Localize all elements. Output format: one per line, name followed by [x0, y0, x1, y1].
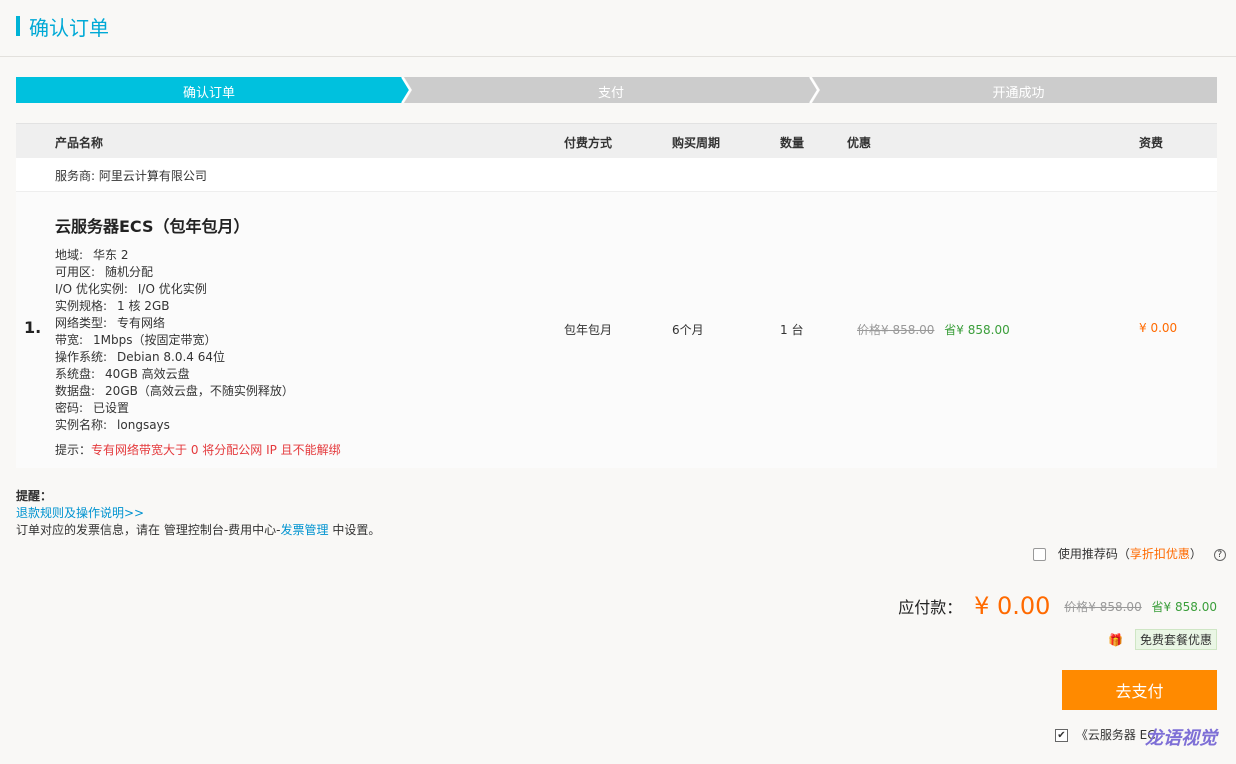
- item-index: 1.: [24, 318, 42, 337]
- col-payment: 付费方式: [564, 136, 613, 150]
- spec-io-optimized: I/O 优化实例: I/O 优化实例: [55, 282, 207, 296]
- tip-text: 专有网络带宽大于 0 将分配公网 IP 且不能解绑: [91, 443, 341, 457]
- saved-amount: 省¥ 858.00: [944, 323, 1010, 337]
- spec-data-disk: 数据盘: 20GB（高效云盘，不随实例释放）: [55, 384, 294, 398]
- quantity: 1 台: [780, 323, 804, 337]
- summary-saved: 省¥ 858.00: [1151, 599, 1217, 614]
- page-header: 确认订单: [0, 0, 1236, 57]
- purchase-period: 6个月: [672, 323, 704, 337]
- pay-button[interactable]: 去支付: [1062, 670, 1217, 710]
- invoice-management-link[interactable]: 发票管理: [280, 523, 328, 537]
- col-product: 产品名称: [55, 136, 104, 150]
- reminder-section: 提醒： 退款规则及操作说明>> 订单对应的发票信息，请在 管理控制台-费用中心-…: [16, 488, 380, 539]
- spec-instance-name: 实例名称: longsays: [55, 418, 170, 432]
- table-row: 1. 云服务器ECS（包年包月） 地域: 华东 2 可用区: 随机分配 I/O 优化…: [16, 192, 1217, 468]
- spec-password: 密码: 已设置: [55, 401, 130, 415]
- progress-steps: 确认订单 支付 开通成功: [16, 77, 1217, 103]
- free-plan-discount: 🎁 免费套餐优惠: [1108, 629, 1217, 650]
- col-fee: 资费: [1139, 136, 1164, 150]
- agreement-checkbox[interactable]: ✔: [1055, 729, 1068, 742]
- col-period: 购买周期: [672, 136, 721, 150]
- spec-zone: 可用区: 随机分配: [55, 265, 154, 279]
- referral-label: 使用推荐码（: [1057, 547, 1130, 561]
- reminder-title: 提醒：: [16, 489, 53, 503]
- payment-summary: 应付款： ¥ 0.00 价格¥ 858.00 省¥ 858.00: [898, 592, 1217, 620]
- col-discount: 优惠: [847, 136, 872, 150]
- referral-suffix: ）: [1189, 547, 1202, 561]
- title-accent-bar: [16, 16, 20, 36]
- page-title: 确认订单: [29, 16, 109, 40]
- spec-os: 操作系统: Debian 8.0.4 64位: [55, 350, 226, 364]
- table-header: 产品名称 付费方式 购买周期 数量 优惠 资费: [16, 123, 1217, 159]
- agreement: ✔ 《云服务器 EC: [1055, 726, 1156, 743]
- refund-rules-link[interactable]: 退款规则及操作说明>>: [16, 506, 144, 520]
- gift-icon: 🎁: [1108, 632, 1124, 647]
- product-name: 云服务器ECS（包年包月）: [55, 217, 250, 236]
- watermark: 龙语视觉: [1145, 728, 1217, 749]
- spec-region: 地域: 华东 2: [55, 248, 129, 262]
- spec-instance-type: 实例规格: 1 核 2GB: [55, 299, 170, 313]
- amount-due-label: 应付款：: [898, 598, 963, 617]
- step-confirm: 确认订单: [182, 86, 235, 101]
- step-pay: 支付: [597, 86, 624, 101]
- network-tip: 提示：专有网络带宽大于 0 将分配公网 IP 且不能解绑: [55, 441, 341, 458]
- invoice-note: 订单对应的发票信息，请在 管理控制台-费用中心-发票管理 中设置。: [16, 523, 381, 537]
- summary-original-price: 价格¥ 858.00: [1064, 599, 1142, 614]
- payment-method: 包年包月: [564, 323, 613, 337]
- spec-network-type: 网络类型: 专有网络: [55, 316, 166, 330]
- original-price: 价格¥ 858.00: [857, 323, 935, 337]
- discount-cell: 价格¥ 858.00 省¥ 858.00: [857, 321, 1010, 338]
- fee-amount: ¥ 0.00: [1139, 321, 1178, 335]
- product-specs: 地域: 华东 2 可用区: 随机分配 I/O 优化实例: I/O 优化实例 实例规格:…: [55, 247, 294, 434]
- provider-name: 服务商: 阿里云计算有限公司: [55, 169, 207, 183]
- discount-link[interactable]: 享折扣优惠: [1130, 547, 1190, 561]
- provider-row: 服务商: 阿里云计算有限公司: [16, 158, 1217, 192]
- tip-label: 提示：: [55, 443, 92, 457]
- free-plan-badge: 免费套餐优惠: [1134, 629, 1217, 650]
- referral-code-checkbox[interactable]: [1033, 548, 1046, 561]
- help-icon[interactable]: ?: [1213, 548, 1226, 561]
- spec-bandwidth: 带宽: 1Mbps（按固定带宽）: [55, 333, 217, 347]
- step-done: 开通成功: [992, 86, 1045, 101]
- amount-due: ¥ 0.00: [974, 592, 1051, 620]
- spec-system-disk: 系统盘: 40GB 高效云盘: [55, 367, 190, 381]
- referral-code-option: 使用推荐码（享折扣优惠） ?: [1033, 545, 1226, 562]
- agreement-text: 《云服务器 EC: [1075, 728, 1156, 742]
- col-quantity: 数量: [780, 136, 805, 150]
